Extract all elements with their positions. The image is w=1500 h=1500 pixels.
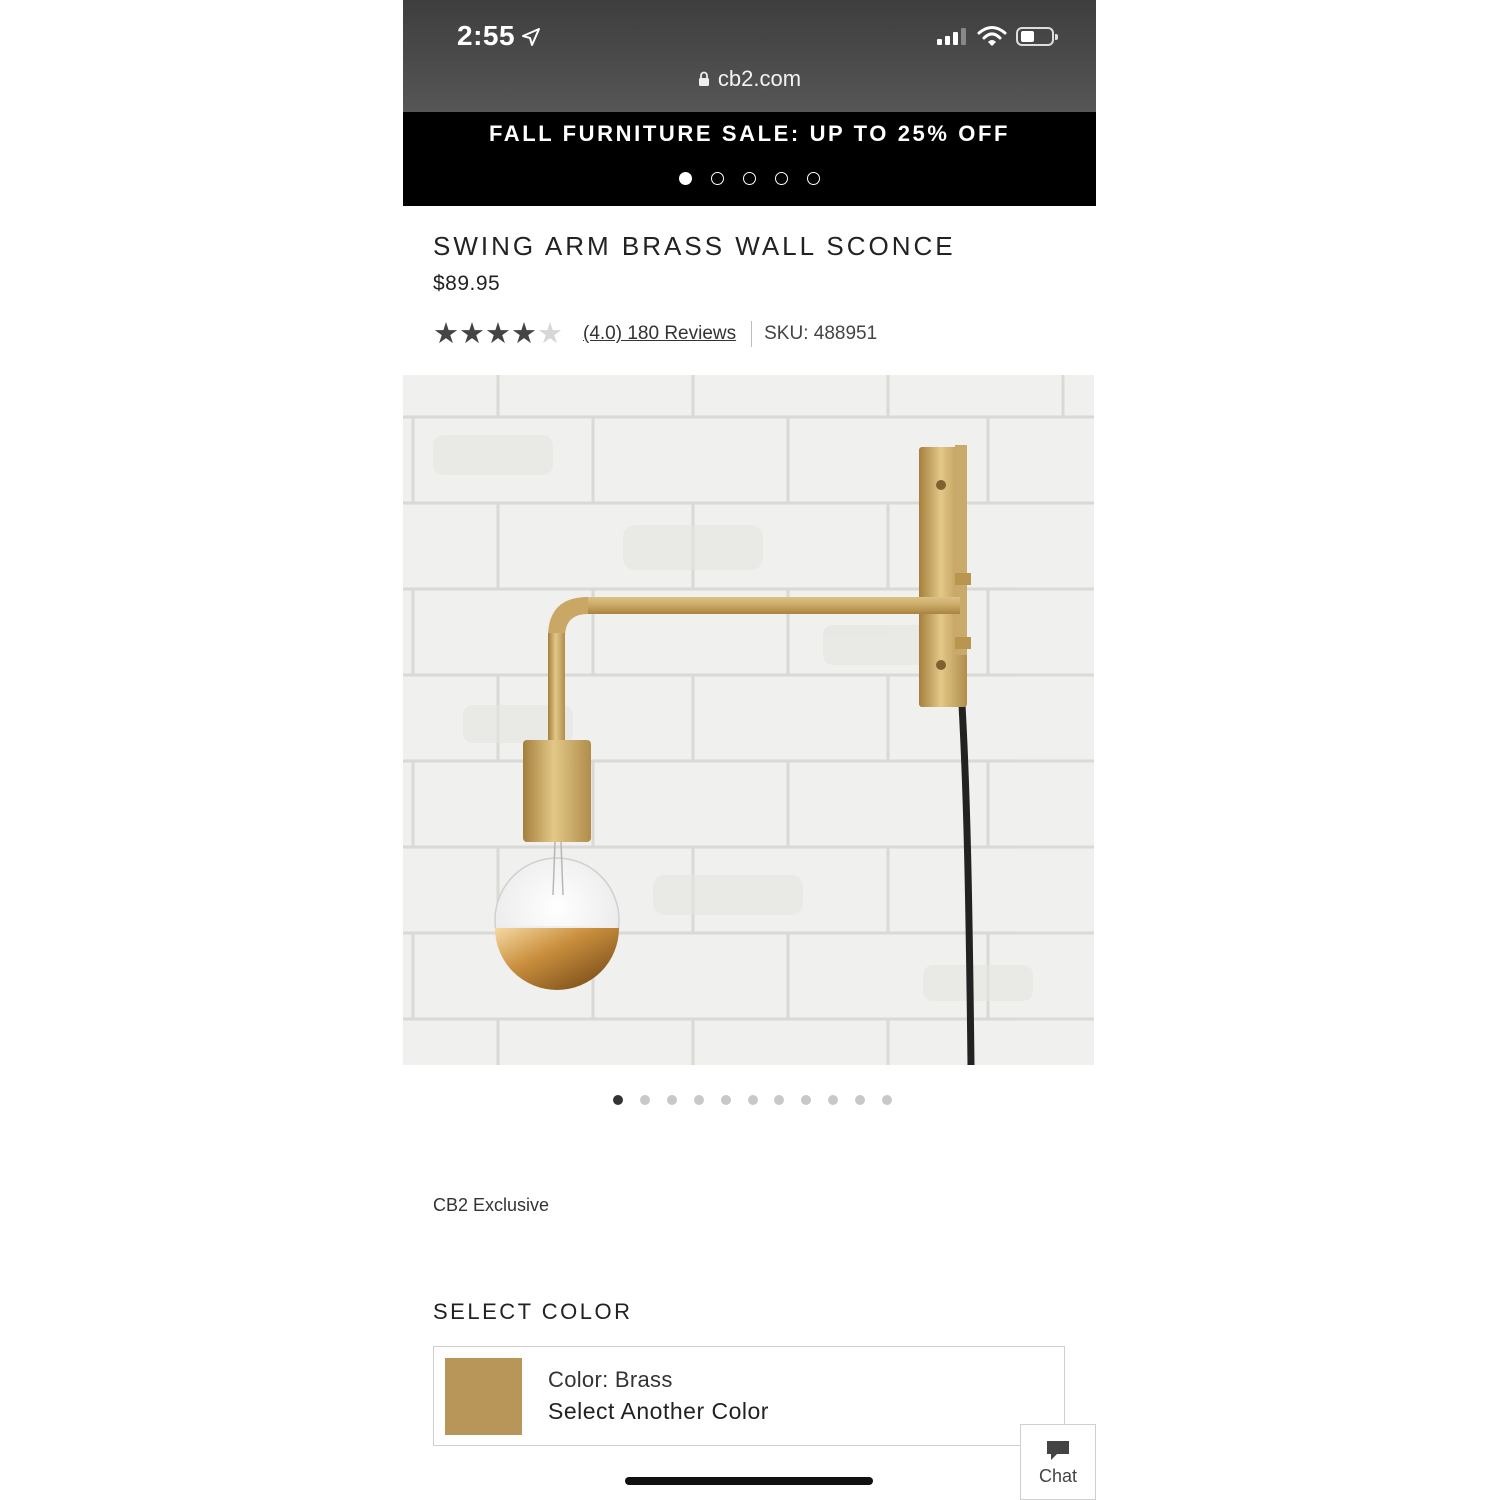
image-dot[interactable]: [855, 1095, 866, 1105]
chat-bubble-icon: [1047, 1441, 1069, 1460]
product-sku: SKU: 488951: [764, 323, 878, 344]
chat-button[interactable]: Chat: [1020, 1424, 1096, 1500]
product-price: $89.95: [433, 272, 501, 295]
battery-icon: [1016, 27, 1058, 46]
chat-label: Chat: [1038, 1466, 1078, 1486]
location-arrow-icon: [522, 28, 540, 46]
select-color-heading: SELECT COLOR: [433, 1299, 633, 1324]
home-indicator[interactable]: [625, 1477, 873, 1485]
image-carousel-dots: [403, 1093, 1096, 1107]
select-another-color-link[interactable]: Select Another Color: [548, 1398, 769, 1425]
star-icon: ★: [459, 317, 485, 350]
divider: [751, 321, 753, 347]
mobile-browser: 2:55 cb2.com FALL FURNITURE SALE: UP TO …: [403, 0, 1096, 1500]
image-dot[interactable]: [613, 1095, 623, 1105]
promo-banner[interactable]: FALL FURNITURE SALE: UP TO 25% OFF: [403, 112, 1096, 206]
star-icon: ★: [537, 317, 563, 350]
color-label: Color: Brass: [548, 1367, 673, 1392]
promo-dot[interactable]: [807, 172, 820, 185]
wifi-icon: [977, 26, 1007, 46]
promo-dot[interactable]: [775, 172, 788, 185]
image-dot[interactable]: [801, 1095, 812, 1105]
image-dot[interactable]: [747, 1095, 758, 1105]
image-dot[interactable]: [693, 1095, 704, 1105]
star-icon: ★: [433, 317, 459, 350]
url-text: cb2.com: [717, 66, 802, 91]
promo-dot[interactable]: [711, 172, 724, 185]
brass-sconce-photo: [403, 375, 1094, 1065]
image-dot[interactable]: [720, 1095, 731, 1105]
image-dot[interactable]: [774, 1095, 785, 1105]
reviews-link[interactable]: (4.0) 180 Reviews: [583, 323, 736, 345]
image-dot[interactable]: [666, 1095, 677, 1105]
promo-dot[interactable]: [679, 172, 692, 185]
promo-text: FALL FURNITURE SALE: UP TO 25% OFF: [488, 121, 1011, 146]
product-image[interactable]: [403, 375, 1094, 1065]
rating-stars[interactable]: ★ ★ ★ ★ ★: [433, 317, 563, 350]
color-selector[interactable]: Color: Brass Select Another Color: [433, 1346, 1065, 1446]
image-dot[interactable]: [882, 1095, 892, 1105]
rating-row: ★ ★ ★ ★ ★ (4.0) 180 Reviews SKU: 488951: [433, 318, 877, 350]
promo-dot[interactable]: [743, 172, 756, 185]
address-bar[interactable]: cb2.com: [403, 66, 1096, 92]
cellular-signal-icon: [937, 28, 966, 45]
status-bar: 2:55 cb2.com: [403, 0, 1096, 112]
exclusive-label: CB2 Exclusive: [433, 1195, 550, 1215]
image-dot[interactable]: [828, 1095, 839, 1105]
lock-icon: [698, 71, 709, 86]
color-swatch: [445, 1358, 522, 1435]
image-dot[interactable]: [639, 1095, 650, 1105]
product-title: SWING ARM BRASS WALL SCONCE: [433, 231, 956, 261]
star-icon: ★: [485, 317, 511, 350]
star-icon: ★: [511, 317, 537, 350]
status-time: 2:55: [457, 20, 516, 51]
